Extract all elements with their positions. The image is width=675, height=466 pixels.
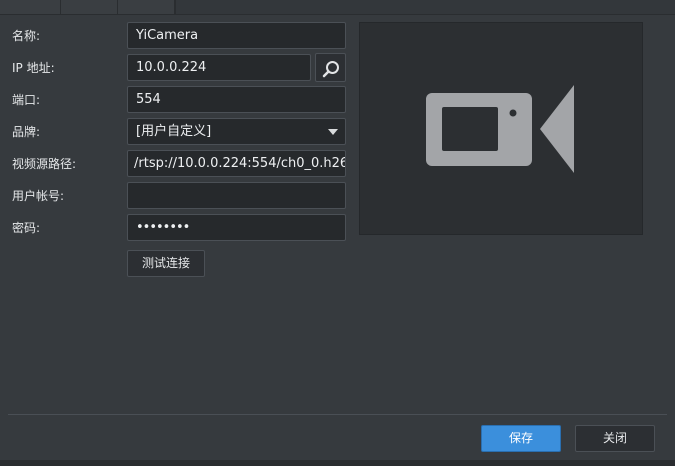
camera-settings-dialog: 名称: YiCamera IP 地址: 10.0.0.224 端口: 554 品…	[0, 0, 675, 466]
footer-divider	[8, 414, 667, 415]
video-camera-icon	[426, 85, 574, 173]
tab-1[interactable]	[0, 0, 61, 14]
user-label: 用户帐号:	[12, 189, 65, 203]
bottom-edge	[0, 460, 675, 466]
port-label: 端口:	[12, 93, 41, 107]
brand-label: 品牌:	[12, 125, 41, 139]
name-field[interactable]: YiCamera	[127, 22, 346, 49]
save-button[interactable]: 保存	[481, 425, 561, 452]
user-field[interactable]	[127, 182, 346, 209]
camera-preview	[359, 22, 643, 235]
ip-field[interactable]: 10.0.0.224	[127, 54, 311, 81]
ip-search-button[interactable]	[315, 53, 346, 82]
test-connection-button[interactable]: 测试连接	[127, 250, 205, 277]
brand-select-value: [用户自定义]	[136, 124, 212, 139]
password-label: 密码:	[12, 221, 41, 235]
tab-3[interactable]	[118, 0, 175, 14]
brand-select[interactable]: [用户自定义]	[127, 118, 346, 145]
ip-label: IP 地址:	[12, 61, 55, 75]
tab-divider	[175, 0, 176, 14]
search-icon	[322, 61, 339, 78]
tab-strip	[0, 0, 675, 15]
port-field[interactable]: 554	[127, 86, 346, 113]
chevron-down-icon	[328, 129, 338, 135]
password-field[interactable]: ••••••••	[127, 214, 346, 241]
name-label: 名称:	[12, 29, 41, 43]
path-label: 视频源路径:	[12, 157, 77, 171]
path-field[interactable]: /rtsp://10.0.0.224:554/ch0_0.h26	[127, 150, 346, 177]
tab-2[interactable]	[61, 0, 118, 14]
close-button[interactable]: 关闭	[575, 425, 655, 452]
